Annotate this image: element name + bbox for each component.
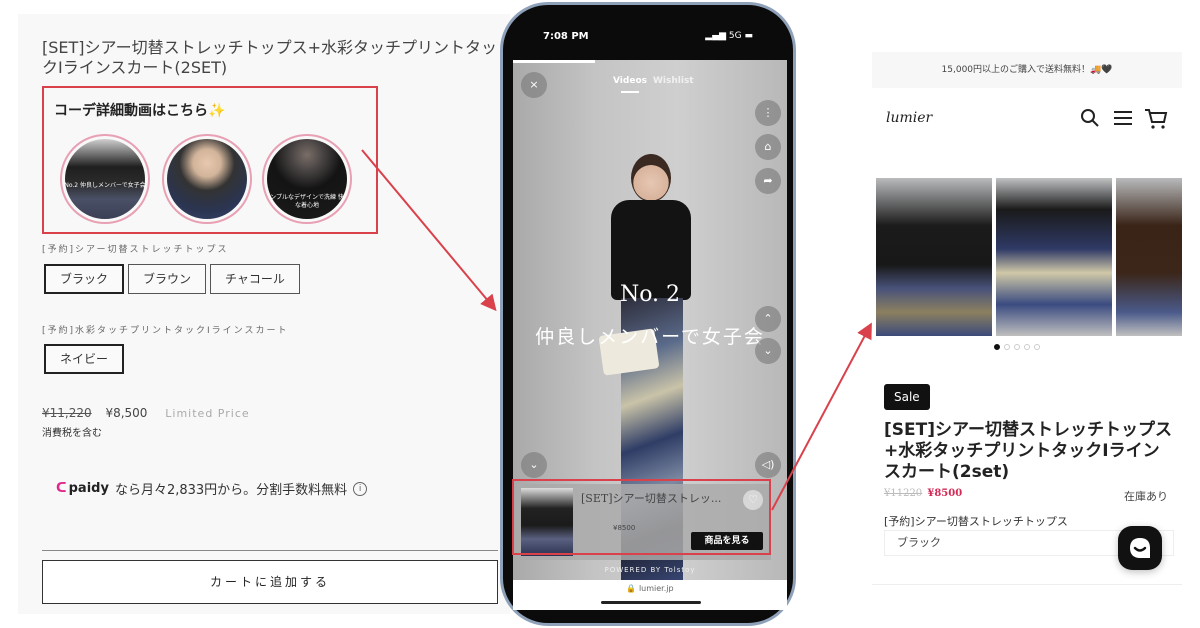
collapse-icon[interactable]: ⌄: [521, 452, 547, 478]
gallery-dot[interactable]: [1024, 344, 1030, 350]
product-title: [SET]シアー切替ストレッチトップス+水彩タッチプリントタックIラインスカート…: [42, 38, 497, 77]
option-charcoal[interactable]: チャコール: [210, 264, 300, 294]
option-brown[interactable]: ブラウン: [128, 264, 206, 294]
divider: [872, 584, 1182, 585]
divider: [42, 550, 498, 551]
gallery-dot[interactable]: [1034, 344, 1040, 350]
share-icon[interactable]: ➦: [755, 168, 781, 194]
paidy-logo-icon: ᑕ: [56, 481, 67, 496]
mobile-option-label: [予約]シアー切替ストレッチトップス: [884, 515, 1068, 528]
tax-note: 消費税を含む: [42, 428, 102, 439]
more-icon[interactable]: ⋮: [755, 100, 781, 126]
video-thumbnail[interactable]: No.2 仲良しメンバーで女子会: [60, 134, 150, 224]
status-signal: ▂▄▆ 5G ▬: [705, 31, 753, 41]
option-label-skirt: [予約]水彩タッチプリントタックIラインスカート: [42, 326, 289, 336]
chevron-up-icon[interactable]: ⌃: [755, 306, 781, 332]
shopping-bag-icon[interactable]: ⌂: [755, 134, 781, 160]
menu-icon[interactable]: [1112, 108, 1134, 133]
signal-icon: ▂▄▆: [705, 31, 729, 41]
mobile-product-title: [SET]シアー切替ストレッチトップス+水彩タッチプリントタックIラインスカート…: [884, 420, 1172, 482]
info-icon[interactable]: i: [353, 481, 368, 496]
video-thumbnail[interactable]: [162, 134, 252, 224]
price-sale: ¥8,500: [105, 406, 148, 420]
chat-icon[interactable]: [1118, 526, 1162, 570]
gallery-image[interactable]: [1116, 178, 1182, 336]
battery-icon: ▬: [741, 31, 753, 41]
shipping-banner: 15,000円以上のご購入で送料無料！🚚🖤: [872, 52, 1182, 88]
brand-logo[interactable]: lumier: [886, 110, 932, 126]
option-black[interactable]: ブラック: [44, 264, 124, 294]
network-label: 5G: [728, 31, 742, 41]
product-card-highlight: [512, 479, 771, 555]
price-row: ¥11,220 ¥8,500 Limited Price: [42, 406, 250, 420]
tab-wishlist[interactable]: Wishlist: [653, 76, 694, 86]
active-tab-indicator: [621, 91, 639, 93]
video-overlay-number: No. 2: [619, 282, 681, 307]
stock-status: 在庫あり: [1124, 490, 1168, 503]
price-original: ¥11,220: [42, 406, 92, 420]
url-bar[interactable]: 🔒 lumier.jp: [513, 580, 787, 610]
video-overlay-text: 仲良しメンバーで女子会: [535, 326, 765, 348]
video-subject: [631, 154, 671, 202]
video-section-heading: コーデ詳細動画はこちら✨: [54, 103, 226, 119]
status-time: 7:08 PM: [543, 31, 589, 42]
gallery-image[interactable]: [996, 178, 1112, 336]
sale-badge: Sale: [884, 384, 930, 410]
add-to-cart-button[interactable]: カートに追加する: [42, 560, 498, 604]
close-icon[interactable]: ×: [521, 72, 547, 98]
powered-by: POWERED BY Tolstoy: [604, 566, 696, 574]
gallery-image[interactable]: [876, 178, 992, 336]
sound-icon[interactable]: ◁): [755, 452, 781, 478]
paidy-brand: paidy: [68, 481, 109, 496]
mobile-price-original: ¥11220: [884, 488, 923, 499]
mobile-price-sale: ¥8500: [927, 488, 963, 499]
gallery-dot[interactable]: [1014, 344, 1020, 350]
home-indicator: [601, 601, 701, 604]
gallery-dot[interactable]: [994, 344, 1000, 350]
video-thumbnail-caption: No.2 仲良しメンバーで女子会: [64, 182, 146, 189]
gallery-dots: [994, 344, 1040, 350]
gallery-dot[interactable]: [1004, 344, 1010, 350]
url-text: lumier.jp: [638, 584, 674, 593]
mobile-price-row: ¥11220 ¥8500: [884, 488, 962, 499]
limited-price-label: Limited Price: [165, 407, 250, 420]
search-icon[interactable]: [1080, 108, 1100, 133]
video-highlight-box: コーデ詳細動画はこちら✨ No.2 仲良しメンバーで女子会 シンプルなデザインで…: [42, 86, 378, 234]
paidy-text: なら月々2,833円から。分割手数料無料: [114, 483, 348, 498]
option-label-tops: [予約]シアー切替ストレッチトップス: [42, 245, 229, 255]
lock-icon: 🔒: [626, 584, 639, 593]
desktop-product-page: [SET]シアー切替ストレッチトップス+水彩タッチプリントタックIラインスカート…: [18, 14, 510, 614]
paidy-banner: ᑕ paidy なら月々2,833円から。分割手数料無料 i: [56, 479, 368, 498]
video-progress-bar: [513, 60, 596, 63]
chevron-down-icon[interactable]: ⌄: [755, 338, 781, 364]
tab-videos[interactable]: Videos: [613, 76, 647, 86]
video-thumbnail[interactable]: シンプルなデザインで洗練 快適な着心地: [262, 134, 352, 224]
mobile-product-page: 15,000円以上のご購入で送料無料！🚚🖤 lumier Sale [SET]シ…: [872, 52, 1182, 622]
video-thumbnail-caption: シンプルなデザインで洗練 快適な着心地: [264, 194, 350, 209]
cart-icon[interactable]: [1144, 108, 1168, 135]
option-navy[interactable]: ネイビー: [44, 344, 124, 374]
